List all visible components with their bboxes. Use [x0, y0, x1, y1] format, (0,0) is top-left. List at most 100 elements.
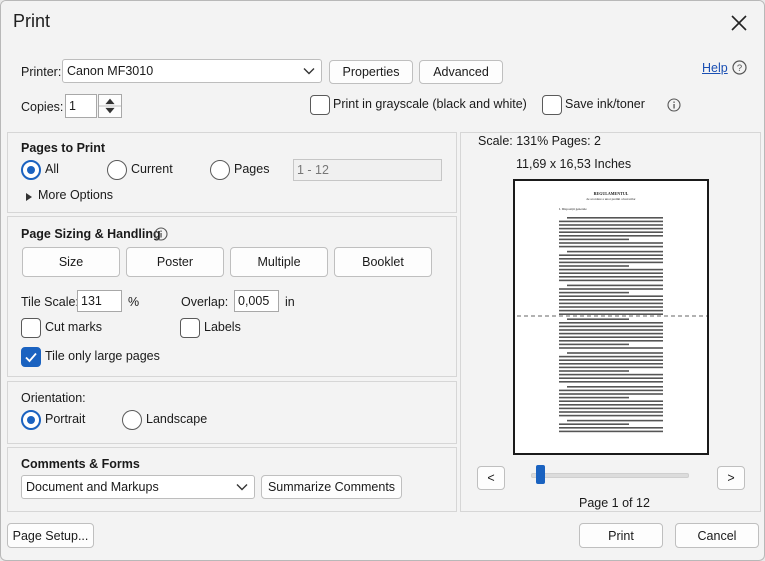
page-thumbnail — [515, 217, 707, 433]
thumbnail-text-line — [559, 340, 663, 342]
pages-range-input[interactable]: 1 - 12 — [293, 159, 442, 181]
title-bar: Print — [1, 1, 764, 45]
thumbnail-text-line — [559, 227, 663, 230]
size-button[interactable]: Size — [22, 247, 120, 277]
thumbnail-text-line — [559, 325, 663, 328]
thumbnail-text-line — [559, 279, 663, 282]
booklet-button[interactable]: Booklet — [334, 247, 432, 277]
more-options-toggle[interactable]: More Options — [38, 188, 113, 202]
thumbnail-text-line — [559, 245, 663, 248]
thumbnail-text-line — [559, 396, 629, 399]
comments-forms-title: Comments & Forms — [21, 457, 140, 471]
grayscale-checkbox[interactable] — [310, 95, 330, 115]
thumbnail-text-line — [567, 250, 663, 253]
next-page-button[interactable]: > — [717, 466, 745, 490]
advanced-button[interactable]: Advanced — [419, 60, 503, 84]
properties-button[interactable]: Properties — [329, 60, 413, 84]
svg-text:?: ? — [737, 63, 742, 74]
overlap-input[interactable]: 0,005 — [234, 290, 279, 312]
page-sizing-panel: Page Sizing & Handling Size Poster Multi… — [7, 216, 457, 377]
thumbnail-text-line — [559, 411, 663, 413]
save-ink-checkbox[interactable] — [542, 95, 562, 115]
thumbnail-text-line — [559, 381, 663, 383]
thumbnail-text-line — [559, 363, 663, 365]
pages-current-radio[interactable] — [107, 160, 127, 180]
save-ink-label: Save ink/toner — [565, 97, 645, 111]
grayscale-label: Print in grayscale (black and white) — [333, 97, 527, 111]
close-button[interactable] — [726, 10, 752, 36]
pages-all-radio[interactable] — [21, 160, 41, 180]
triangle-right-icon[interactable] — [25, 190, 33, 201]
poster-button[interactable]: Poster — [126, 247, 224, 277]
previous-page-button[interactable]: < — [477, 466, 505, 490]
landscape-radio[interactable] — [122, 410, 142, 430]
pages-to-print-title: Pages to Print — [21, 141, 106, 155]
print-button[interactable]: Print — [579, 523, 663, 548]
help-link[interactable]: Help — [702, 61, 728, 75]
page-sizing-title: Page Sizing & Handling — [21, 227, 161, 241]
print-dialog: Print Printer: Canon MF3010 Properties A… — [0, 0, 765, 561]
thumbnail-text-line — [559, 404, 663, 406]
thumbnail-text-line — [559, 355, 663, 358]
thumbnail-text-line — [559, 235, 663, 237]
thumbnail-text-line — [567, 419, 663, 422]
pages-all-label: All — [45, 162, 59, 176]
help-icon[interactable]: ? — [732, 60, 747, 75]
printer-label: Printer: — [21, 65, 62, 79]
portrait-label: Portrait — [45, 412, 86, 426]
tile-scale-value: 131 — [81, 294, 102, 308]
thumbnail-text-line — [567, 217, 663, 219]
pages-current-label: Current — [131, 162, 173, 176]
thumbnail-text-line — [567, 284, 663, 287]
page-sizing-info-icon[interactable] — [154, 227, 168, 241]
thumbnail-text-line — [559, 265, 629, 267]
tile-large-pages-label: Tile only large pages — [45, 349, 160, 363]
thumbnail-text-line — [559, 313, 663, 315]
page-indicator: Page 1 of 12 — [579, 496, 650, 510]
overlap-unit: in — [285, 295, 295, 309]
summarize-comments-button[interactable]: Summarize Comments — [261, 475, 402, 499]
save-ink-info-icon[interactable] — [667, 98, 681, 112]
thumbnail-text-line — [559, 423, 629, 425]
portrait-radio[interactable] — [21, 410, 41, 430]
thumbnail-text-line — [559, 309, 663, 312]
thumbnail-text-line — [559, 242, 663, 244]
multiple-button[interactable]: Multiple — [230, 247, 328, 277]
printer-select[interactable]: Canon MF3010 — [62, 59, 322, 83]
thumbnail-text-line — [559, 295, 663, 297]
chevron-down-icon — [236, 484, 248, 491]
cut-marks-checkbox[interactable] — [21, 318, 41, 338]
orientation-title: Orientation: — [21, 391, 86, 405]
labels-checkbox[interactable] — [180, 318, 200, 338]
cut-marks-label: Cut marks — [45, 320, 102, 334]
page-slider-thumb[interactable] — [535, 465, 545, 484]
thumbnail-text-line — [559, 272, 663, 274]
pages-range-radio[interactable] — [210, 160, 230, 180]
overlap-value: 0,005 — [238, 294, 270, 308]
cancel-button[interactable]: Cancel — [675, 523, 759, 548]
thumbnail-text-line — [559, 377, 663, 379]
thumbnail-text-line — [559, 370, 629, 372]
tile-scale-input[interactable]: 131 — [77, 290, 122, 312]
thumbnail-text-line — [559, 276, 663, 278]
thumbnail-text-line — [559, 322, 663, 324]
landscape-label: Landscape — [146, 412, 208, 426]
comments-forms-select[interactable]: Document and Markups — [21, 475, 255, 499]
copies-value: 1 — [69, 99, 76, 113]
copies-stepper[interactable] — [98, 94, 122, 118]
thumbnail-text-line — [559, 306, 663, 308]
thumbnail-text-line — [559, 268, 663, 271]
page-setup-button[interactable]: Page Setup... — [7, 523, 94, 548]
thumbnail-text-line — [559, 302, 663, 305]
stepper-arrows-icon — [99, 98, 121, 114]
thumbnail-text-line — [559, 231, 663, 233]
thumbnail-text-line — [559, 389, 663, 392]
tile-large-pages-checkbox[interactable] — [21, 347, 41, 367]
thumbnail-text-line — [559, 238, 629, 241]
thumbnail-text-line — [559, 359, 663, 361]
page-slider-track[interactable] — [531, 473, 689, 478]
thumbnail-text-line — [559, 407, 663, 410]
thumbnail-text-line — [559, 332, 663, 335]
checkmark-icon — [25, 352, 37, 363]
copies-input[interactable]: 1 — [65, 94, 97, 118]
